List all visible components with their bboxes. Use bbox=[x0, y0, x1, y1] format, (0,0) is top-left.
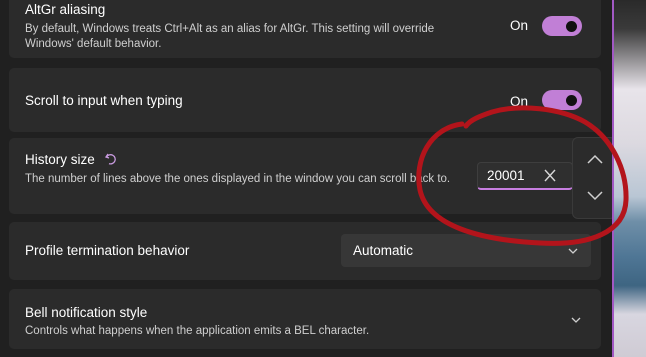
chevron-down-icon[interactable] bbox=[570, 316, 582, 324]
bell-notification-card[interactable]: Bell notification style Controls what ha… bbox=[9, 289, 601, 349]
chevron-up-icon[interactable] bbox=[583, 149, 607, 169]
altgr-toggle-label: On bbox=[510, 18, 529, 33]
profile-termination-selected: Automatic bbox=[353, 243, 414, 258]
settings-window: AltGr aliasing By default, Windows treat… bbox=[0, 0, 646, 357]
scroll-to-input-title: Scroll to input when typing bbox=[25, 93, 183, 108]
altgr-toggle[interactable] bbox=[542, 16, 582, 36]
altgr-aliasing-description: By default, Windows treats Ctrl+Alt as a… bbox=[25, 23, 435, 50]
bell-notification-description: Controls what happens when the applicati… bbox=[25, 325, 370, 337]
history-size-input[interactable]: 20001 bbox=[477, 162, 573, 190]
clear-icon[interactable] bbox=[540, 167, 560, 185]
scroll-to-input-card: Scroll to input when typing On bbox=[9, 68, 601, 132]
chevron-down-icon[interactable] bbox=[583, 186, 607, 206]
profile-termination-dropdown[interactable]: Automatic bbox=[341, 234, 591, 267]
altgr-aliasing-card: AltGr aliasing By default, Windows treat… bbox=[9, 0, 601, 58]
history-size-description: The number of lines above the ones displ… bbox=[25, 173, 451, 185]
scroll-to-input-toggle[interactable] bbox=[542, 90, 582, 110]
profile-termination-title: Profile termination behavior bbox=[25, 243, 190, 258]
bell-notification-title: Bell notification style bbox=[25, 305, 148, 320]
scroll-toggle-label: On bbox=[510, 94, 529, 109]
desktop-background bbox=[614, 0, 646, 357]
reset-arrow-icon[interactable] bbox=[104, 152, 118, 166]
toggle-knob bbox=[566, 21, 577, 32]
toggle-knob bbox=[566, 95, 577, 106]
spin-buttons-panel bbox=[572, 137, 616, 219]
history-size-title: History size bbox=[25, 152, 95, 167]
chevron-down-icon bbox=[568, 248, 578, 254]
history-size-value[interactable]: 20001 bbox=[487, 168, 525, 183]
altgr-aliasing-title: AltGr aliasing bbox=[25, 2, 106, 17]
